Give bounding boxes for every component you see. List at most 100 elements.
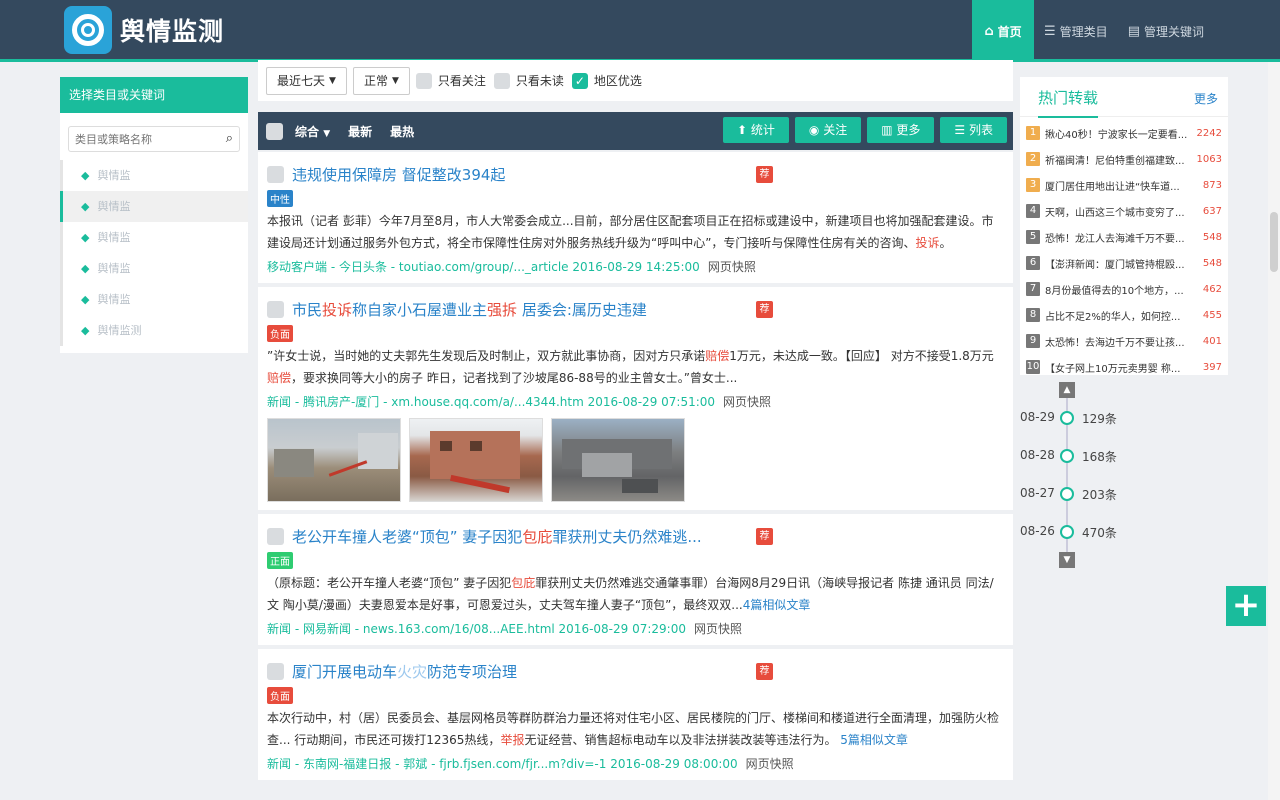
sort-hottest-link[interactable]: 最热 xyxy=(390,123,414,140)
rank-badge: 5 xyxy=(1026,230,1040,244)
logo[interactable]: 舆情监测 xyxy=(64,6,224,54)
sidebar-item[interactable]: ◆ 舆情监 xyxy=(60,253,248,284)
sort-all-dropdown[interactable]: 综合 ▼ xyxy=(295,123,330,140)
hot-item[interactable]: 1 揪心40秒！宁波家长一定要看... 2242 xyxy=(1020,120,1228,146)
hot-item[interactable]: 9 太恐怖！去海边千万不要让孩... 401 xyxy=(1020,328,1228,354)
hot-item-count: 873 xyxy=(1202,179,1222,191)
article-source[interactable]: 新闻 - 网易新闻 - news.163.com/16/08...AEE.htm… xyxy=(267,622,686,636)
article-image[interactable] xyxy=(551,418,685,502)
article-image[interactable] xyxy=(267,418,401,502)
recommend-badge: 荐 xyxy=(756,301,773,318)
sentiment-tag: 正面 xyxy=(267,552,293,569)
date-range-label: 最近七天 xyxy=(277,74,326,88)
article-source[interactable]: 新闻 - 东南网-福建日报 - 郭斌 - fjrb.fjsen.com/fjr.… xyxy=(267,757,738,771)
add-button[interactable]: + xyxy=(1226,586,1266,626)
article-title[interactable]: 违规使用保障房 督促整改394起 xyxy=(292,164,505,185)
hot-item[interactable]: 5 恐怖！龙江人去海滩千万不要... 548 xyxy=(1020,224,1228,250)
hot-item-count: 401 xyxy=(1202,335,1222,347)
sidebar-item[interactable]: ◆ 舆情监 xyxy=(60,284,248,315)
bullet-icon: ◆ xyxy=(81,200,90,213)
nav-manage-keywords-label: 管理关键词 xyxy=(1143,24,1204,39)
more-button[interactable]: ▥ 更多 xyxy=(867,117,935,143)
hot-item-count: 548 xyxy=(1202,257,1222,269)
list-toolbar: 综合 ▼ 最新 最热 ⬆ 统计 ◉ 关注 ▥ 更多 ☰ 列表 xyxy=(258,112,1013,150)
scrollbar-thumb[interactable] xyxy=(1270,212,1278,272)
hot-item[interactable]: 7 8月份最值得去的10个地方，... 462 xyxy=(1020,276,1228,302)
sidebar-item[interactable]: ◆ 舆情监测 xyxy=(60,315,248,346)
hot-item-title: 【女子网上10万元卖男婴 称... xyxy=(1045,363,1181,375)
sidebar-item[interactable]: ◆ 舆情监 xyxy=(60,160,248,191)
category-sidebar: 选择类目或关键词 ⌕ ◆ 舆情监 ◆ 舆情监 ◆ 舆情监 ◆ 舆情监 ◆ 舆情监 ◆ 舆情监… xyxy=(60,77,248,353)
only-follow-checkbox[interactable]: 只看关注 xyxy=(415,72,486,89)
category-search-input[interactable] xyxy=(69,127,239,151)
article-checkbox[interactable] xyxy=(267,662,284,680)
home-icon: ⌂ xyxy=(984,23,994,39)
date-range-dropdown[interactable]: 最近七天 ▼ xyxy=(266,66,347,95)
hot-item[interactable]: 10 【女子网上10万元卖男婴 称... 397 xyxy=(1020,354,1228,380)
sidebar-item-label: 舆情监 xyxy=(97,200,131,213)
article-checkbox[interactable] xyxy=(267,527,284,545)
region-first-checkbox[interactable]: ✓ 地区优选 xyxy=(571,72,642,89)
hot-item[interactable]: 8 占比不足2%的华人，如何控... 455 xyxy=(1020,302,1228,328)
rank-badge: 4 xyxy=(1026,204,1040,218)
article-item: 市民投诉称自家小石屋遭业主强拆 居委会:属历史违建 荐 负面 ”许女士说，当时她… xyxy=(258,287,1013,510)
article-title[interactable]: 厦门开展电动车火灾防范专项治理 xyxy=(292,661,517,682)
hot-item-title: 厦门居住用地出让进“快车道... xyxy=(1045,181,1180,193)
article-title[interactable]: 老公开车撞人老婆“顶包” 妻子因犯包庇罪获刑丈夫仍然难逃... xyxy=(292,526,702,547)
select-all-checkbox[interactable] xyxy=(266,122,283,140)
hot-item-title: 恐怖！龙江人去海滩千万不要... xyxy=(1045,233,1185,245)
snapshot-link[interactable]: 网页快照 xyxy=(694,622,742,636)
hot-item[interactable]: 3 厦门居住用地出让进“快车道... 873 xyxy=(1020,172,1228,198)
bullet-icon: ◆ xyxy=(81,231,90,244)
nav-manage-keywords[interactable]: ▤ 管理关键词 xyxy=(1118,0,1214,62)
hot-item-title: 揪心40秒！宁波家长一定要看... xyxy=(1045,129,1188,141)
snapshot-link[interactable]: 网页快照 xyxy=(723,395,771,409)
hot-item-count: 397 xyxy=(1202,361,1222,373)
arrow-down-icon[interactable]: ▼ xyxy=(1059,552,1075,568)
similar-articles-link[interactable]: 5篇相似文章 xyxy=(840,733,908,747)
similar-articles-link[interactable]: 4篇相似文章 xyxy=(743,598,811,612)
timeline-dot xyxy=(1060,525,1074,539)
sidebar-item[interactable]: ◆ 舆情监 xyxy=(60,191,248,222)
list-button[interactable]: ☰ 列表 xyxy=(940,117,1007,143)
follow-button[interactable]: ◉ 关注 xyxy=(794,117,862,143)
hot-item[interactable]: 6 【澎湃新闻：厦门城管持棍殴... 548 xyxy=(1020,250,1228,276)
timeline-day[interactable]: 08-26 470条 xyxy=(1018,524,1138,540)
sidebar-item[interactable]: ◆ 舆情监 xyxy=(60,222,248,253)
sidebar-item-label: 舆情监测 xyxy=(97,324,142,337)
article-source[interactable]: 移动客户端 - 今日头条 - toutiao.com/group/..._art… xyxy=(267,260,700,274)
snapshot-link[interactable]: 网页快照 xyxy=(746,757,794,771)
article-item: 违规使用保障房 督促整改394起 荐 中性 本报讯（记者 彭菲）今年7月至8月，… xyxy=(258,152,1013,283)
timeline-day[interactable]: 08-27 203条 xyxy=(1018,486,1138,502)
article-meta: 移动客户端 - 今日头条 - toutiao.com/group/..._art… xyxy=(267,258,1004,275)
sidebar-item-label: 舆情监 xyxy=(97,169,131,182)
bullet-icon: ◆ xyxy=(81,293,90,306)
article-checkbox[interactable] xyxy=(267,300,284,318)
hot-item-title: 太恐怖！去海边千万不要让孩... xyxy=(1045,337,1185,349)
recommend-badge: 荐 xyxy=(756,663,773,680)
hot-item[interactable]: 2 祈福闽清！尼伯特重创福建致... 1063 xyxy=(1020,146,1228,172)
timeline-day[interactable]: 08-29 129条 xyxy=(1018,410,1138,426)
hot-item-title: 祈福闽清！尼伯特重创福建致... xyxy=(1045,155,1185,167)
timeline-day[interactable]: 08-28 168条 xyxy=(1018,448,1138,464)
sort-latest-link[interactable]: 最新 xyxy=(348,123,372,140)
search-icon[interactable]: ⌕ xyxy=(226,131,233,146)
article-image[interactable] xyxy=(409,418,543,502)
arrow-up-icon[interactable]: ▲ xyxy=(1059,382,1075,398)
hot-reposts-more-link[interactable]: 更多 xyxy=(1194,90,1218,107)
article-title[interactable]: 市民投诉称自家小石屋遭业主强拆 居委会:属历史违建 xyxy=(292,299,647,320)
article-checkbox[interactable] xyxy=(267,165,284,183)
status-dropdown[interactable]: 正常 ▼ xyxy=(352,66,410,95)
article-source[interactable]: 新闻 - 腾讯房产-厦门 - xm.house.qq.com/a/...4344… xyxy=(267,395,715,409)
stats-button[interactable]: ⬆ 统计 xyxy=(722,117,789,143)
page-scrollbar[interactable] xyxy=(1268,62,1280,800)
hot-reposts-title[interactable]: 热门转载 xyxy=(1038,87,1099,118)
nav-home[interactable]: ⌂ 首页 xyxy=(972,0,1035,62)
checkbox-icon xyxy=(415,72,432,89)
only-unread-checkbox[interactable]: 只看未读 xyxy=(493,72,564,89)
article-summary: 本报讯（记者 彭菲）今年7月至8月，市人大常委会成立...目前，部分居住区配套项… xyxy=(267,214,994,250)
hot-item[interactable]: 4 天啊，山西这三个城市变穷了... 637 xyxy=(1020,198,1228,224)
nav-manage-categories[interactable]: ☰ 管理类目 xyxy=(1034,0,1118,62)
snapshot-link[interactable]: 网页快照 xyxy=(708,260,756,274)
list-icon: ☰ xyxy=(1044,23,1056,39)
